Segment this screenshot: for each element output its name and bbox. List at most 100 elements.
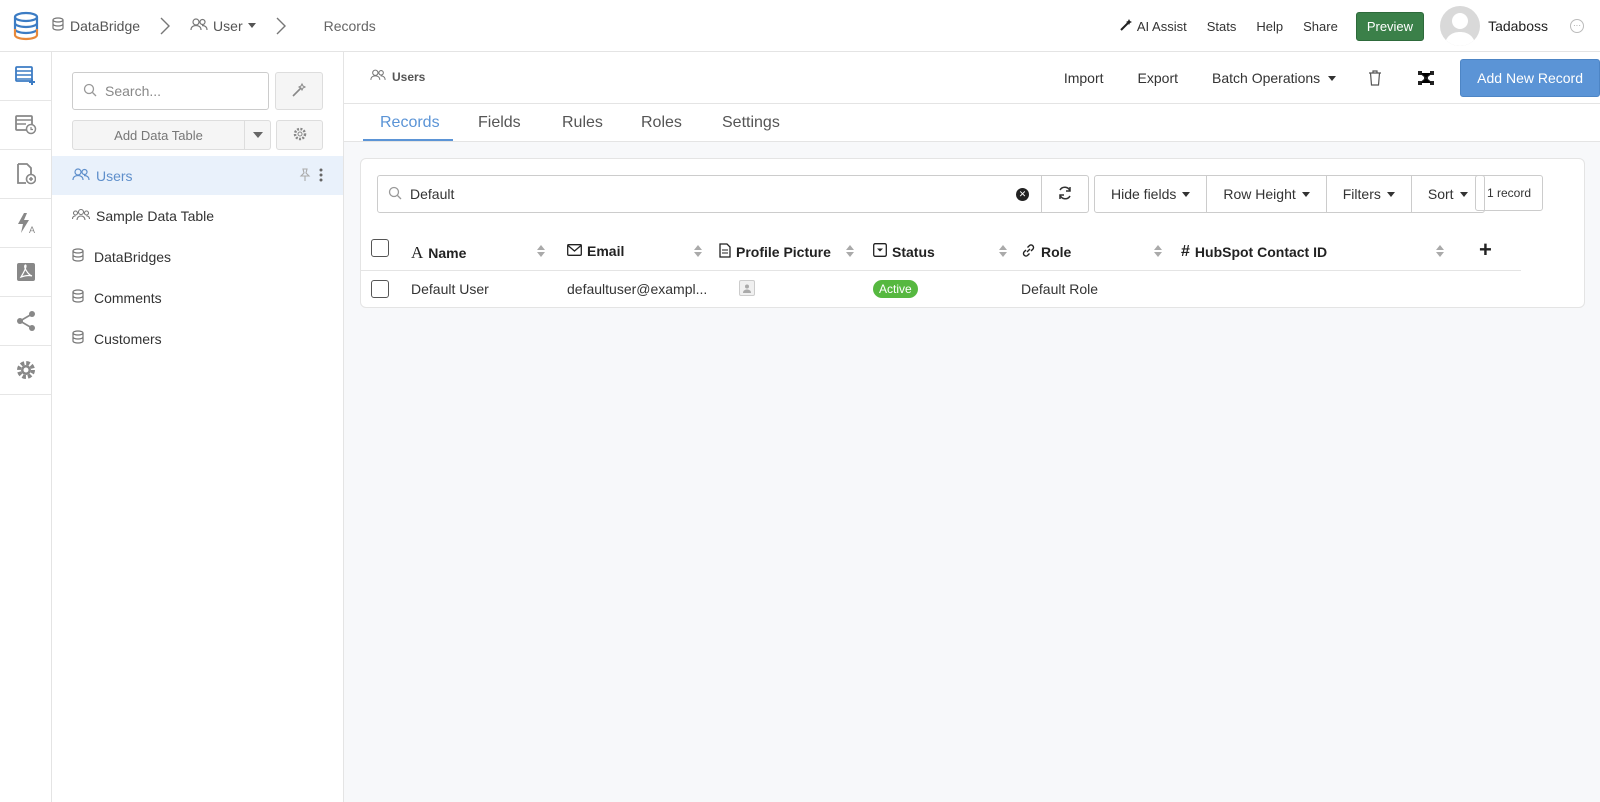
pin-icon[interactable]: [299, 168, 311, 185]
database-icon: [72, 330, 84, 347]
help-link[interactable]: Help: [1256, 19, 1283, 34]
column-header-status[interactable]: Status: [873, 243, 935, 260]
main-header: Users Import Export Batch Operations Add…: [344, 52, 1600, 104]
refresh-icon: [1057, 185, 1073, 204]
sidebar-settings-button[interactable]: [276, 120, 323, 150]
add-column-icon[interactable]: +: [1479, 237, 1492, 263]
share-link[interactable]: Share: [1303, 19, 1338, 34]
file-icon: [719, 243, 731, 261]
cell-email[interactable]: defaultuser@exampl...: [567, 281, 707, 297]
clear-search-icon[interactable]: ✕: [1016, 188, 1029, 201]
filters-button[interactable]: Filters: [1327, 176, 1412, 212]
sort-icon[interactable]: [846, 245, 854, 257]
profile-picture-placeholder-icon[interactable]: [739, 280, 755, 296]
rail-automation-icon[interactable]: A: [0, 199, 51, 248]
header-actions: Import Export Batch Operations Add New R…: [1030, 52, 1600, 104]
column-header-email[interactable]: Email: [567, 243, 624, 259]
import-button[interactable]: Import: [1064, 70, 1104, 86]
stats-link[interactable]: Stats: [1207, 19, 1237, 34]
sort-icon[interactable]: [999, 245, 1007, 257]
sidebar-item-users[interactable]: Users: [52, 156, 343, 195]
column-header-role[interactable]: Role: [1021, 243, 1071, 261]
trash-icon[interactable]: [1368, 70, 1382, 86]
user-name[interactable]: Tadaboss: [1488, 18, 1548, 34]
rail-pdf-icon[interactable]: [0, 248, 51, 297]
tab-rules[interactable]: Rules: [562, 114, 603, 132]
main-content: Users Import Export Batch Operations Add…: [344, 52, 1600, 802]
sidebar-item-label: Users: [96, 167, 133, 184]
table-toolbar: Hide fields Row Height Filters Sort: [1094, 175, 1485, 213]
rail-settings-icon[interactable]: [0, 346, 51, 395]
row-checkbox[interactable]: [371, 280, 389, 298]
status-badge[interactable]: Active: [873, 280, 918, 298]
sort-icon[interactable]: [1154, 245, 1162, 257]
add-data-table-button[interactable]: Add Data Table: [72, 120, 245, 150]
database-icon: [72, 248, 84, 265]
sidebar-search-input[interactable]: [105, 83, 255, 99]
breadcrumb-databridge[interactable]: DataBridge: [52, 17, 140, 34]
cell-name[interactable]: Default User: [411, 281, 489, 297]
row-height-button[interactable]: Row Height: [1207, 176, 1327, 212]
rail-share-icon[interactable]: [0, 297, 51, 346]
gear-icon: [293, 127, 307, 144]
sort-icon[interactable]: [1436, 245, 1444, 257]
tab-bar: Records Fields Rules Roles Settings: [344, 104, 1600, 142]
tab-records[interactable]: Records: [380, 114, 440, 132]
link-icon: [1021, 243, 1036, 261]
users-icon: [190, 17, 208, 34]
hide-fields-button[interactable]: Hide fields: [1095, 176, 1208, 212]
column-header-hubspot-contact-id[interactable]: # HubSpot Contact ID: [1181, 243, 1327, 261]
export-button[interactable]: Export: [1138, 70, 1178, 86]
tab-settings[interactable]: Settings: [722, 114, 780, 132]
column-header-name[interactable]: A Name: [411, 243, 466, 263]
sidebar-item-databridges[interactable]: DataBridges: [52, 236, 343, 277]
number-field-icon: #: [1181, 243, 1190, 260]
caret-down-icon: [252, 132, 263, 138]
sidebar: Add Data Table Users Sample Data Table: [52, 52, 344, 802]
top-right-actions: AI Assist Stats Help Share Preview Tadab…: [1099, 0, 1600, 52]
rail-table-clock-icon[interactable]: [0, 101, 51, 150]
tab-fields[interactable]: Fields: [478, 114, 521, 132]
sort-icon[interactable]: [694, 245, 702, 257]
column-header-profile-picture[interactable]: Profile Picture: [719, 243, 831, 261]
sort-icon[interactable]: [537, 245, 545, 257]
magic-wand-button[interactable]: [275, 72, 323, 110]
add-new-record-button[interactable]: Add New Record: [1460, 59, 1600, 97]
add-data-table-dropdown[interactable]: [245, 120, 271, 150]
breadcrumb-records[interactable]: Records: [324, 18, 376, 34]
sidebar-item-comments[interactable]: Comments: [52, 277, 343, 318]
preview-button[interactable]: Preview: [1355, 11, 1425, 41]
refresh-button[interactable]: [1041, 175, 1089, 213]
table-row[interactable]: Default User defaultuser@exampl... Activ…: [361, 271, 1521, 308]
record-search-input[interactable]: [410, 186, 1000, 202]
sidebar-item-sample-data-table[interactable]: Sample Data Table: [52, 195, 343, 236]
breadcrumb: DataBridge User Records: [52, 17, 376, 35]
app-logo-icon[interactable]: [0, 0, 52, 52]
database-icon: [72, 289, 84, 306]
rail-tables-icon[interactable]: [0, 52, 51, 101]
batch-operations-button[interactable]: Batch Operations: [1212, 70, 1337, 86]
magic-wand-icon: [291, 82, 307, 101]
active-tab-indicator: [363, 139, 453, 141]
breadcrumb-user[interactable]: User: [190, 18, 256, 34]
chevron-right-icon: [160, 17, 171, 35]
avatar[interactable]: [1440, 6, 1481, 46]
caret-down-icon: [1328, 75, 1337, 81]
table-title: Users: [370, 69, 425, 84]
tab-roles[interactable]: Roles: [641, 114, 682, 132]
record-search: ✕: [377, 175, 1042, 213]
sidebar-item-customers[interactable]: Customers: [52, 318, 343, 359]
sort-button[interactable]: Sort: [1412, 176, 1484, 212]
network-icon[interactable]: [1418, 71, 1435, 85]
cell-role[interactable]: Default Role: [1021, 281, 1098, 297]
caret-down-icon: [1459, 191, 1468, 197]
select-all-checkbox[interactable]: [371, 239, 389, 257]
users-icon: [72, 167, 90, 184]
kebab-menu-icon[interactable]: [319, 167, 323, 186]
ai-assist-link[interactable]: AI Assist: [1119, 18, 1187, 35]
dropdown-field-icon: [873, 243, 887, 260]
rail-add-file-icon[interactable]: [0, 150, 51, 199]
left-rail: A: [0, 52, 52, 802]
more-options-icon[interactable]: ···: [1570, 19, 1584, 33]
magic-wand-icon: [1119, 18, 1133, 35]
